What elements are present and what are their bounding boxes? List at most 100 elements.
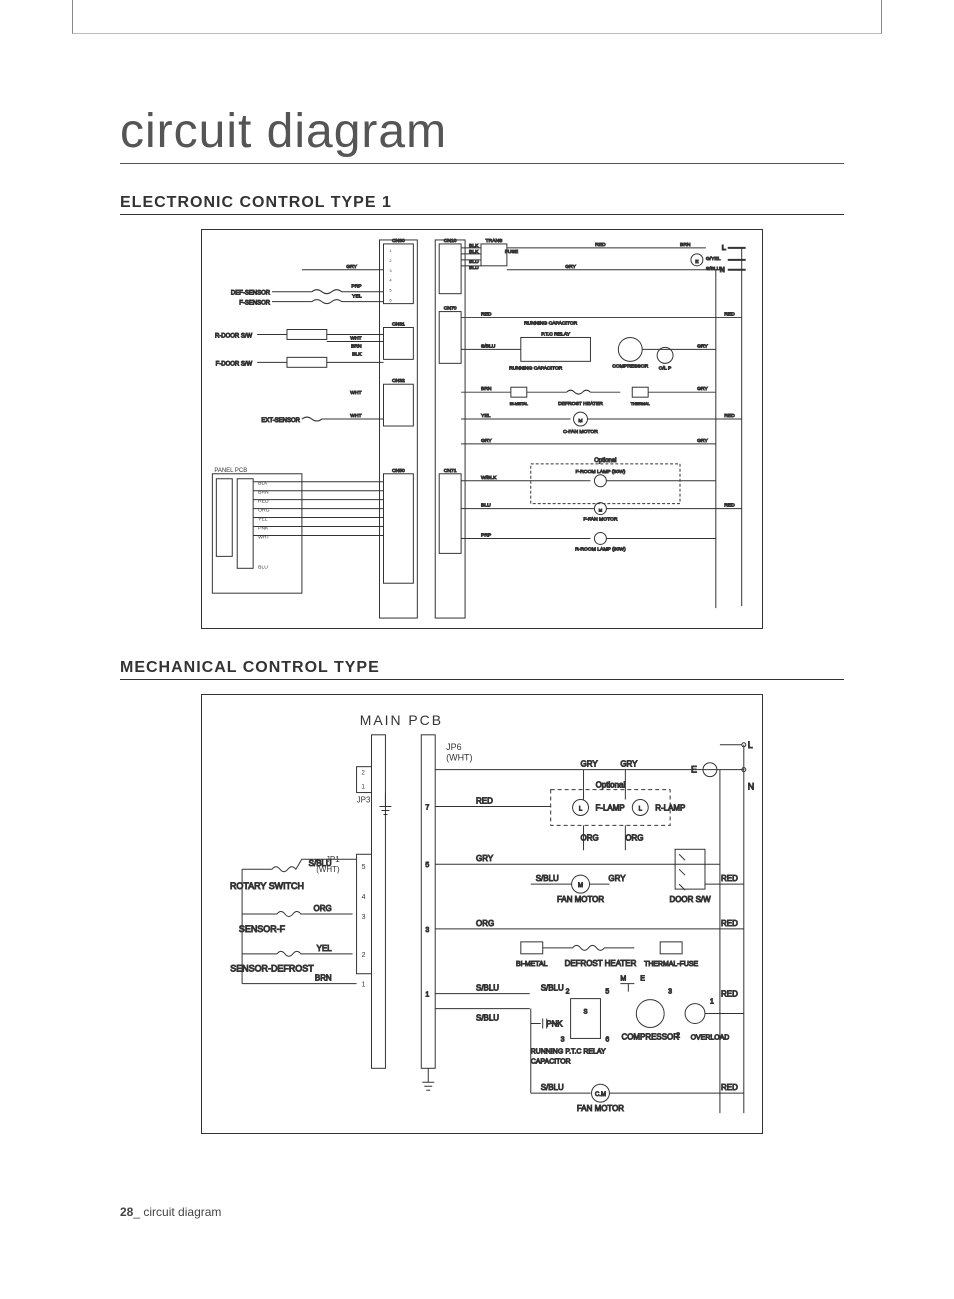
svg-text:BRN: BRN [315, 974, 332, 983]
svg-text:G/YEL: G/YEL [706, 256, 721, 262]
svg-text:FAN MOTOR: FAN MOTOR [577, 1104, 624, 1113]
svg-text:MAIN PCB: MAIN PCB [360, 712, 443, 728]
svg-text:JP6: JP6 [446, 742, 461, 752]
footer-text: circuit diagram [140, 1205, 221, 1219]
svg-text:RED: RED [721, 990, 738, 999]
svg-text:6: 6 [389, 298, 392, 303]
svg-text:RED: RED [721, 1083, 738, 1092]
svg-text:3: 3 [425, 927, 429, 934]
svg-text:CN71: CN71 [444, 468, 457, 474]
svg-text:GRY: GRY [476, 854, 494, 863]
svg-text:JP3: JP3 [357, 796, 371, 805]
svg-text:RUNNING CAPACITOR: RUNNING CAPACITOR [524, 321, 578, 327]
svg-text:N: N [720, 267, 725, 274]
svg-text:BI-METAL: BI-METAL [516, 961, 548, 968]
svg-text:5: 5 [362, 864, 366, 871]
svg-text:F-SENSOR: F-SENSOR [239, 301, 271, 307]
svg-text:M: M [620, 976, 626, 983]
svg-text:1: 1 [362, 982, 366, 989]
svg-text:5: 5 [425, 862, 429, 869]
svg-text:CN50: CN50 [392, 468, 405, 474]
svg-text:S/BLU: S/BLU [309, 859, 332, 868]
svg-text:GRY: GRY [565, 264, 576, 270]
svg-text:F-FAN MOTOR: F-FAN MOTOR [583, 517, 618, 523]
svg-text:DEFROST HEATER: DEFROST HEATER [565, 959, 637, 968]
svg-text:1: 1 [425, 992, 429, 999]
svg-text:YEL: YEL [317, 944, 333, 953]
svg-text:P.T.C RELAY: P.T.C RELAY [565, 1048, 606, 1055]
svg-text:COMPRESSOR: COMPRESSOR [612, 363, 648, 369]
svg-text:RED: RED [481, 312, 492, 318]
svg-text:RUNNING CAPACITOR: RUNNING CAPACITOR [509, 365, 563, 371]
svg-text:E: E [695, 259, 699, 265]
svg-text:S/BLU: S/BLU [476, 984, 499, 993]
svg-text:FAN MOTOR: FAN MOTOR [557, 895, 604, 904]
svg-text:BLK: BLK [469, 249, 479, 255]
svg-text:CN10: CN10 [444, 238, 457, 244]
svg-text:GRY: GRY [581, 760, 599, 769]
svg-text:BLK: BLK [469, 243, 479, 249]
svg-text:5: 5 [389, 288, 392, 293]
svg-text:SENSOR-DEFROST: SENSOR-DEFROST [230, 964, 314, 974]
svg-text:2: 2 [362, 952, 366, 959]
svg-text:BLU: BLU [481, 503, 491, 509]
svg-text:3: 3 [389, 268, 392, 273]
diagram-mechanical: MAIN PCB JP3 21 JP1(WHT) JP6(WHT) [201, 694, 763, 1134]
svg-text:RED: RED [721, 874, 738, 883]
svg-text:RED: RED [595, 242, 606, 248]
svg-text:GRY: GRY [620, 760, 638, 769]
svg-text:OVERLOAD: OVERLOAD [691, 1034, 730, 1041]
svg-text:Optional: Optional [596, 781, 626, 790]
svg-text:RED: RED [724, 312, 735, 318]
svg-text:GRY: GRY [697, 438, 708, 444]
svg-text:EXT-SENSOR: EXT-SENSOR [261, 418, 300, 424]
svg-text:R-ROOM LAMP (30W): R-ROOM LAMP (30W) [575, 546, 626, 552]
svg-text:BLU: BLU [258, 564, 268, 570]
svg-text:S/BLU: S/BLU [476, 1014, 499, 1023]
svg-text:S/BLU: S/BLU [481, 343, 496, 349]
svg-text:2: 2 [566, 989, 570, 996]
svg-text:CN31: CN31 [392, 322, 405, 328]
page-title: circuit diagram [120, 104, 844, 164]
svg-text:YEL: YEL [352, 294, 362, 300]
svg-text:PRP: PRP [351, 284, 362, 290]
svg-text:RED: RED [476, 797, 493, 806]
svg-text:GRY: GRY [697, 343, 708, 349]
svg-text:L: L [722, 245, 727, 252]
svg-text:S/BLU: S/BLU [541, 984, 564, 993]
svg-text:DOOR S/W: DOOR S/W [670, 895, 712, 904]
svg-text:3: 3 [561, 1036, 565, 1043]
svg-text:4: 4 [362, 894, 366, 901]
svg-text:CN70: CN70 [444, 306, 457, 312]
svg-text:2: 2 [389, 258, 391, 263]
svg-text:FUSE: FUSE [505, 249, 519, 255]
svg-text:ORG: ORG [314, 904, 332, 913]
svg-text:S/BLU: S/BLU [541, 1083, 564, 1092]
svg-text:ORG: ORG [476, 919, 494, 928]
svg-text:4: 4 [389, 278, 392, 283]
svg-text:F-ROOM LAMP (30W): F-ROOM LAMP (30W) [575, 469, 625, 475]
svg-text:L: L [579, 806, 583, 812]
svg-text:WHT: WHT [350, 413, 361, 419]
svg-text:BRN: BRN [481, 386, 492, 392]
svg-text:5: 5 [605, 989, 609, 996]
svg-text:CAPACITOR: CAPACITOR [531, 1058, 571, 1065]
svg-text:F-LAMP: F-LAMP [595, 803, 624, 812]
svg-text:COMPRESSOR: COMPRESSOR [622, 1032, 680, 1041]
svg-text:BLU: BLU [469, 259, 479, 265]
svg-text:PANEL PCB: PANEL PCB [214, 468, 247, 474]
svg-text:YEL: YEL [481, 413, 491, 419]
svg-text:L: L [639, 806, 643, 812]
svg-text:R-LAMP: R-LAMP [655, 803, 685, 812]
svg-text:RED: RED [721, 919, 738, 928]
svg-text:SENSOR-F: SENSOR-F [239, 924, 286, 934]
svg-text:CN30: CN30 [392, 238, 405, 244]
svg-text:2: 2 [676, 1032, 680, 1039]
svg-text:BLK: BLK [352, 351, 362, 357]
svg-text:3: 3 [362, 914, 366, 921]
svg-text:THERMAL: THERMAL [631, 401, 651, 406]
svg-text:WHT: WHT [350, 335, 361, 341]
svg-text:BRN: BRN [680, 242, 691, 248]
svg-text:ROTARY SWITCH: ROTARY SWITCH [230, 881, 304, 891]
svg-text:P.T.C RELAY: P.T.C RELAY [541, 331, 570, 337]
